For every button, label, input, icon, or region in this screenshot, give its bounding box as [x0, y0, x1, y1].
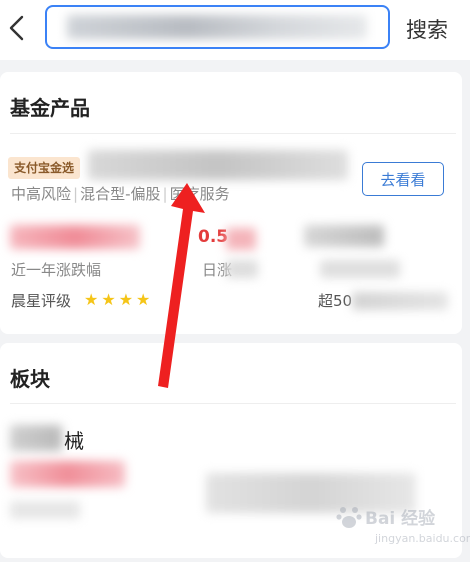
blurred-exceed-value: [352, 292, 448, 310]
sector-name[interactable]: 械: [64, 425, 84, 454]
blurred-sector-label: [10, 501, 80, 519]
watermark-brand: Bai 经验: [365, 509, 436, 529]
watermark-url: jingyan.baidu.com: [375, 532, 470, 545]
fund-theme: 医疗服务: [169, 185, 230, 203]
blurred-label: [320, 260, 400, 278]
divider: [10, 133, 456, 134]
blurred-sector-value: [10, 461, 125, 487]
back-arrow-icon[interactable]: [6, 14, 30, 42]
risk-level: 中高风险: [11, 185, 72, 203]
exceed-text: 超50: [318, 292, 353, 310]
rating-label: 晨星评级: [11, 292, 72, 310]
star-icon: ★: [84, 290, 102, 309]
star-icon: ★: [101, 290, 119, 309]
search-box[interactable]: [45, 5, 390, 49]
sector-section-title: 板块: [10, 367, 50, 391]
alipay-select-tag: 支付宝金选: [8, 157, 81, 179]
baidu-watermark: Bai 经验 jingyan.baidu.com: [335, 500, 470, 560]
fund-products-card: 基金产品 支付宝金选 中高风险 | 混合型-偏股 | 医疗服务 去看看 0.5 近一年涨…: [0, 72, 462, 334]
blurred-return-value: [10, 225, 140, 249]
star-rating: ★★★★: [84, 290, 153, 309]
blurred-third-value: [304, 225, 384, 247]
blurred-fund-name: [88, 150, 348, 180]
blurred-label: [226, 260, 258, 278]
blurred-query: [67, 15, 367, 39]
paw-icon: [336, 507, 362, 528]
search-button[interactable]: 搜索: [406, 14, 448, 44]
fund-section-title: 基金产品: [10, 96, 90, 120]
divider: [10, 403, 456, 404]
top-bar: 搜索: [0, 0, 470, 60]
daily-change-value: 0.5: [198, 227, 229, 247]
blurred-daily-value: [226, 228, 256, 250]
one-year-return-label: 近一年涨跌幅: [11, 261, 102, 279]
fund-meta: 中高风险 | 混合型-偏股 | 医疗服务: [11, 185, 230, 203]
blurred-sector-name: [10, 425, 62, 451]
fund-type: 混合型-偏股: [80, 185, 161, 203]
star-icon: ★: [136, 290, 154, 309]
star-icon: ★: [118, 290, 137, 309]
go-see-button[interactable]: 去看看: [362, 162, 444, 196]
